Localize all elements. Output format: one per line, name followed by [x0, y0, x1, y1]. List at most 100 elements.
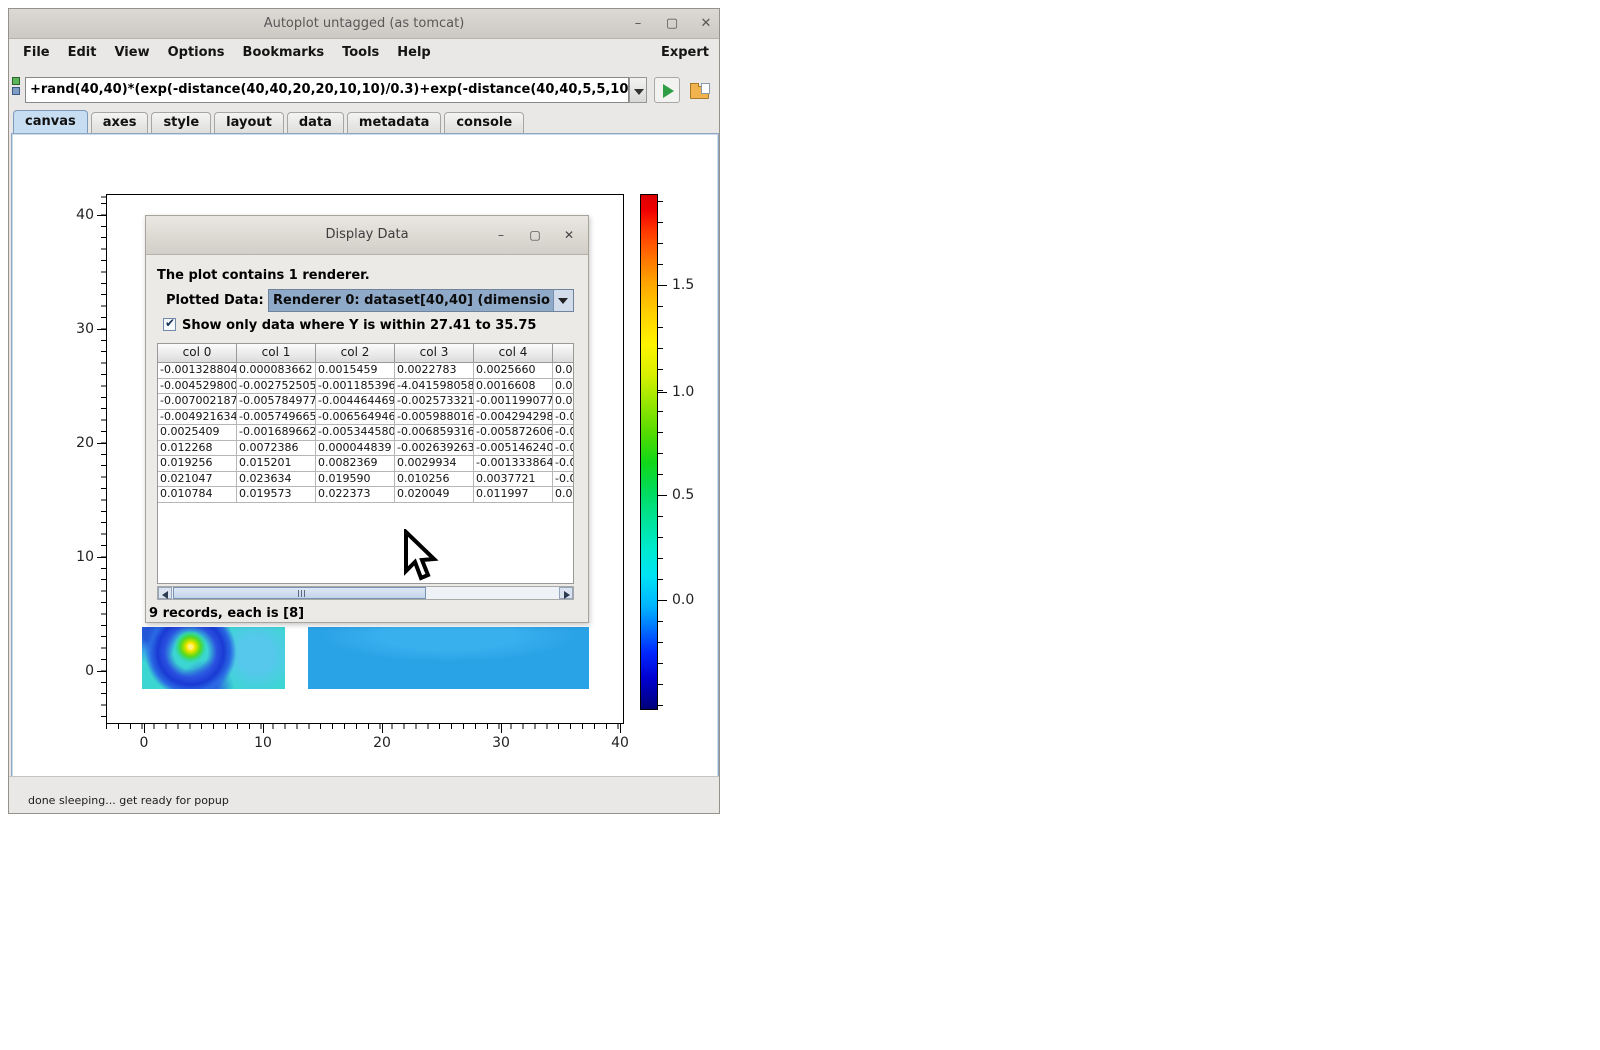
- table-cell[interactable]: 0.0015459: [316, 363, 395, 379]
- table-cell[interactable]: 0.0025409: [158, 425, 237, 441]
- table-cell[interactable]: 0.010784: [158, 487, 237, 503]
- table-row[interactable]: -0.007002187... -0.005784977... -0.00446…: [158, 394, 573, 410]
- scrollbar-thumb[interactable]: [173, 587, 426, 599]
- menu-edit[interactable]: Edit: [59, 45, 106, 60]
- col-header[interactable]: col 4: [474, 344, 553, 362]
- uri-input[interactable]: +rand(40,40)*(exp(-distance(40,40,20,20,…: [25, 77, 629, 103]
- table-cell[interactable]: 0.00: [553, 487, 573, 503]
- table-cell[interactable]: -0.0: [553, 441, 573, 457]
- dialog-maximize-icon[interactable]: ▢: [525, 225, 545, 245]
- table-cell[interactable]: 0.000044839: [316, 441, 395, 457]
- table-cell[interactable]: 0.010256: [395, 472, 474, 488]
- inspect-uri-button[interactable]: [685, 77, 711, 103]
- table-cell[interactable]: 0.00: [553, 363, 573, 379]
- dialog-close-icon[interactable]: ✕: [559, 225, 579, 245]
- table-cell[interactable]: 0.023634: [237, 472, 316, 488]
- menu-file[interactable]: File: [9, 45, 59, 60]
- table-cell[interactable]: -0.005988016...: [395, 410, 474, 426]
- uri-dropdown-button[interactable]: [629, 77, 647, 103]
- maximize-icon[interactable]: ▢: [662, 14, 682, 34]
- table-cell[interactable]: -0.002573321...: [395, 394, 474, 410]
- table-cell[interactable]: -0.004464469...: [316, 394, 395, 410]
- dialog-minimize-icon[interactable]: –: [491, 225, 511, 245]
- table-row[interactable]: 0.0025409 -0.001689662... -0.005344580..…: [158, 425, 573, 441]
- tab-data[interactable]: data: [287, 112, 344, 133]
- menu-view[interactable]: View: [105, 45, 158, 60]
- col-header[interactable]: col 1: [237, 344, 316, 362]
- table-cell[interactable]: 0.0082369: [316, 456, 395, 472]
- table-horizontal-scrollbar[interactable]: [157, 586, 574, 600]
- combobox-arrow-button[interactable]: [553, 290, 573, 311]
- table-row[interactable]: -0.004529800... -0.002752505... -0.00118…: [158, 379, 573, 395]
- table-cell[interactable]: 0.0022783: [395, 363, 474, 379]
- tab-layout[interactable]: layout: [214, 112, 284, 133]
- table-cell[interactable]: 0.015201: [237, 456, 316, 472]
- table-cell[interactable]: 0.0029934: [395, 456, 474, 472]
- table-cell[interactable]: -0.002752505...: [237, 379, 316, 395]
- table-cell[interactable]: 0.022373: [316, 487, 395, 503]
- table-row[interactable]: 0.012268 0.0072386 0.000044839 -0.002639…: [158, 441, 573, 457]
- table-row[interactable]: 0.021047 0.023634 0.019590 0.010256 0.00…: [158, 472, 573, 488]
- menu-help[interactable]: Help: [388, 45, 439, 60]
- menu-bookmarks[interactable]: Bookmarks: [234, 45, 334, 60]
- table-cell[interactable]: 0.019573: [237, 487, 316, 503]
- table-cell[interactable]: -0.0: [553, 472, 573, 488]
- table-cell[interactable]: 0.019256: [158, 456, 237, 472]
- scroll-right-button[interactable]: [559, 587, 573, 599]
- table-cell[interactable]: -0.005344580...: [316, 425, 395, 441]
- table-cell[interactable]: -4.041598058...: [395, 379, 474, 395]
- table-cell[interactable]: -0.006564946...: [316, 410, 395, 426]
- table-cell[interactable]: 0.0072386: [237, 441, 316, 457]
- table-cell[interactable]: -0.001185396...: [316, 379, 395, 395]
- table-cell[interactable]: -0.006859316...: [395, 425, 474, 441]
- plot-canvas[interactable]: 40 30 20 10 0 0 10 20 30 40: [11, 133, 719, 779]
- minimize-icon[interactable]: –: [628, 14, 648, 34]
- tab-canvas[interactable]: canvas: [13, 110, 88, 133]
- expert-toggle[interactable]: Expert: [661, 45, 719, 60]
- tab-console[interactable]: console: [444, 112, 524, 133]
- table-cell[interactable]: -0.004529800...: [158, 379, 237, 395]
- table-cell[interactable]: -0.0: [553, 425, 573, 441]
- dialog-titlebar[interactable]: Display Data – ▢ ✕: [146, 216, 588, 255]
- table-cell[interactable]: 0.011997: [474, 487, 553, 503]
- menu-tools[interactable]: Tools: [333, 45, 388, 60]
- col-header[interactable]: [553, 344, 573, 362]
- table-cell[interactable]: 0.0016608: [474, 379, 553, 395]
- table-cell[interactable]: -0.002639263...: [395, 441, 474, 457]
- table-cell[interactable]: -0.001689662...: [237, 425, 316, 441]
- col-header[interactable]: col 2: [316, 344, 395, 362]
- filter-checkbox[interactable]: ✔: [163, 318, 176, 331]
- data-table[interactable]: col 0 col 1 col 2 col 3 col 4 -0.0013288…: [157, 343, 574, 584]
- table-cell[interactable]: -0.005146240...: [474, 441, 553, 457]
- table-cell[interactable]: 0.012268: [158, 441, 237, 457]
- table-cell[interactable]: 0.0037721: [474, 472, 553, 488]
- table-cell[interactable]: 0.00: [553, 394, 573, 410]
- table-row[interactable]: -0.004921634... -0.005749665... -0.00656…: [158, 410, 573, 426]
- table-cell[interactable]: 0.0025660: [474, 363, 553, 379]
- close-icon[interactable]: ✕: [696, 14, 716, 34]
- table-row[interactable]: 0.019256 0.015201 0.0082369 0.0029934 -0…: [158, 456, 573, 472]
- plotted-data-combobox[interactable]: Renderer 0: dataset[40,40] (dimension...: [268, 289, 574, 312]
- go-button[interactable]: [654, 77, 680, 103]
- table-cell[interactable]: 0.000083662: [237, 363, 316, 379]
- table-cell[interactable]: -0.005784977...: [237, 394, 316, 410]
- table-cell[interactable]: -0.005749665...: [237, 410, 316, 426]
- tab-axes[interactable]: axes: [91, 112, 149, 133]
- table-cell[interactable]: -0.001199077...: [474, 394, 553, 410]
- menu-options[interactable]: Options: [159, 45, 234, 60]
- table-cell[interactable]: -0.004294298...: [474, 410, 553, 426]
- table-cell[interactable]: 0.020049: [395, 487, 474, 503]
- table-cell[interactable]: 0.019590: [316, 472, 395, 488]
- table-cell[interactable]: -0.0: [553, 410, 573, 426]
- tab-metadata[interactable]: metadata: [347, 112, 441, 133]
- table-cell[interactable]: -0.005872606...: [474, 425, 553, 441]
- table-cell[interactable]: -0.0: [553, 456, 573, 472]
- col-header[interactable]: col 3: [395, 344, 474, 362]
- table-cell[interactable]: -0.004921634...: [158, 410, 237, 426]
- col-header[interactable]: col 0: [158, 344, 237, 362]
- table-cell[interactable]: 0.021047: [158, 472, 237, 488]
- table-cell[interactable]: -0.001333864...: [474, 456, 553, 472]
- tab-style[interactable]: style: [151, 112, 211, 133]
- table-cell[interactable]: 0.00: [553, 379, 573, 395]
- table-cell[interactable]: -0.007002187...: [158, 394, 237, 410]
